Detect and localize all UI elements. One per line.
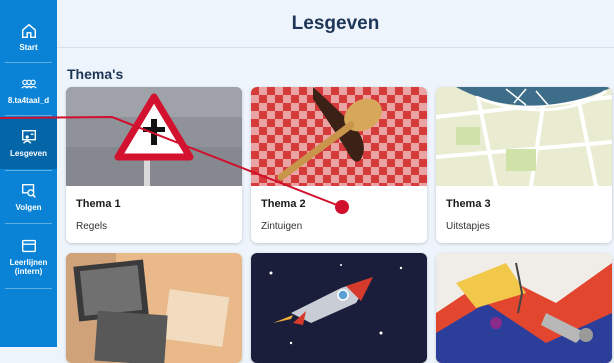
card-subtitle: Regels — [76, 221, 108, 232]
page-title: Lesgeven — [291, 12, 380, 34]
sidebar-item-lesgeven[interactable]: Lesgeven — [0, 117, 57, 169]
home-icon — [21, 23, 36, 39]
sidebar-item-volgen[interactable]: Volgen — [0, 172, 57, 222]
divider — [5, 223, 52, 224]
sidebar: Start 8.ta4taal_d Lesgeven Volgen Leerli… — [0, 0, 57, 347]
sidebar-item-label: Leerlijnen (intern) — [9, 257, 48, 276]
card-image-spoon — [251, 87, 427, 186]
sidebar-item-label: Lesgeven — [10, 149, 47, 158]
theme-card-1[interactable]: Thema 1 Regels — [66, 87, 242, 243]
teach-icon — [21, 130, 36, 144]
card-title: Thema 2 — [261, 198, 306, 210]
section-title: Thema's — [67, 66, 124, 82]
monitor-search-icon — [21, 184, 36, 198]
sidebar-item-start[interactable]: Start — [0, 12, 57, 62]
group-icon — [20, 79, 37, 89]
page-header: Lesgeven — [57, 0, 614, 48]
divider — [5, 115, 52, 116]
divider — [5, 288, 52, 289]
sidebar-item-label: 8.ta4taal_d — [7, 96, 50, 105]
folder-icon — [21, 239, 36, 252]
theme-card-2[interactable]: Thema 2 Zintuigen — [251, 87, 427, 243]
sidebar-item-label: Start — [19, 43, 38, 52]
sidebar-item-label: Volgen — [15, 203, 42, 212]
sidebar-item-group[interactable]: 8.ta4taal_d — [0, 65, 57, 115]
card-image-traffic-sign — [66, 87, 242, 186]
card-title: Thema 3 — [446, 198, 491, 210]
card-subtitle: Zintuigen — [261, 221, 303, 232]
card-image-map-sneaker — [436, 87, 612, 186]
card-subtitle: Uitstapjes — [446, 221, 490, 232]
theme-card-3[interactable]: Thema 3 Uitstapjes — [436, 87, 612, 243]
divider — [5, 170, 52, 171]
sidebar-item-leerlijnen[interactable]: Leerlijnen (intern) — [0, 226, 57, 286]
card-title: Thema 1 — [76, 198, 121, 210]
divider — [5, 62, 52, 63]
